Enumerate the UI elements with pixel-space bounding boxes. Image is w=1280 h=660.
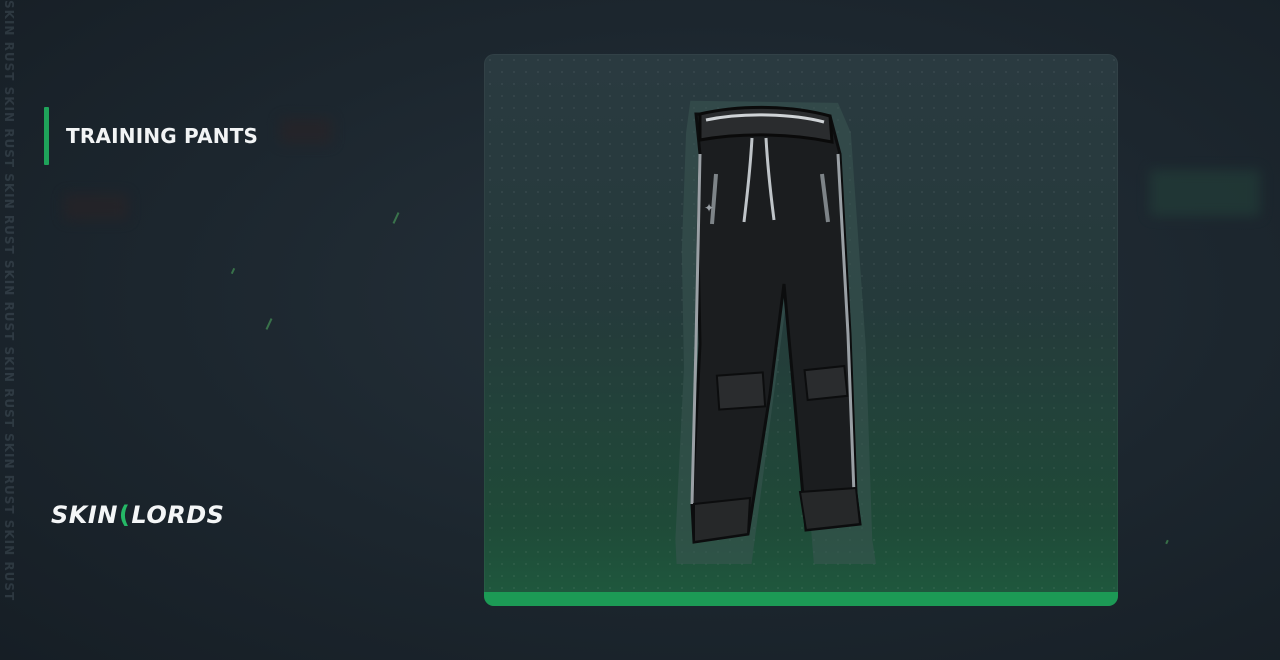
svg-text:✦: ✦ xyxy=(704,201,714,215)
card-rarity-bar xyxy=(484,592,1118,606)
blurred-background-element xyxy=(1150,170,1260,216)
training-pants-icon: ✦ xyxy=(675,100,877,564)
blurred-background-element xyxy=(280,118,332,144)
side-watermark: SKIN RUST SKIN RUST SKIN RUST SKIN RUST … xyxy=(0,0,18,660)
sparkle-decoration xyxy=(230,267,236,275)
blurred-background-element xyxy=(64,194,128,220)
logo-text-right: LORDS xyxy=(131,501,225,529)
sparkle-decoration xyxy=(265,318,273,330)
sparkle-decoration xyxy=(1165,539,1169,545)
item-title: TRAINING PANTS xyxy=(66,124,259,148)
sparkle-decoration xyxy=(392,212,400,224)
skinlords-logo: SKIN ( LORDS xyxy=(51,498,224,532)
logo-slash-icon: ( xyxy=(118,501,131,529)
side-watermark-text: SKIN RUST SKIN RUST SKIN RUST SKIN RUST … xyxy=(2,0,16,602)
title-accent-bar xyxy=(44,107,49,165)
item-card: ✦ xyxy=(484,54,1118,606)
logo-text-left: SKIN xyxy=(51,501,118,529)
item-title-block: TRAINING PANTS xyxy=(44,107,258,165)
